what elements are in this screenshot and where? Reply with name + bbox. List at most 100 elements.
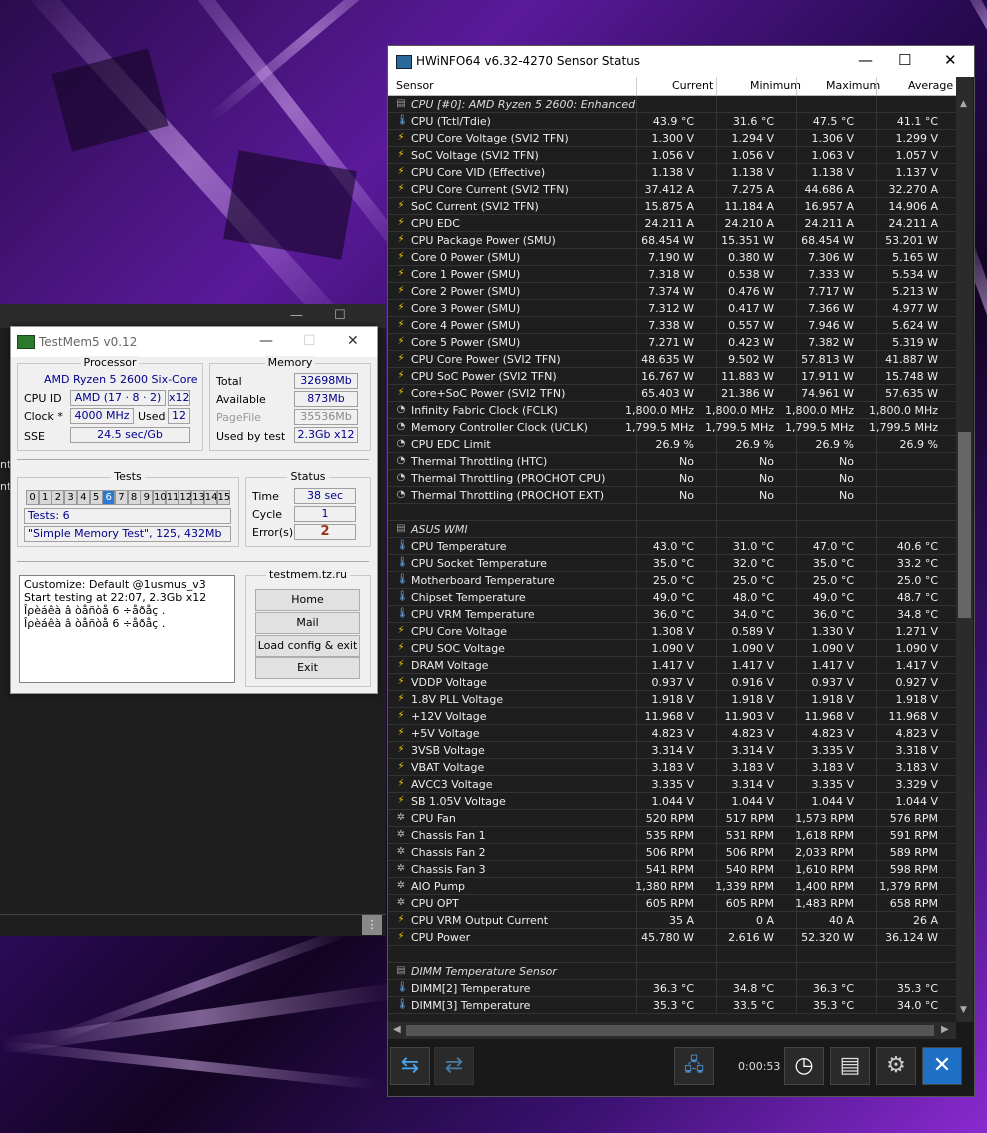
sensor-row[interactable]: ✲ AIO Pump 1,380 RPM 1,339 RPM 1,400 RPM 1,37… [388, 878, 956, 895]
sensor-row[interactable]: ✲ Chassis Fan 2 506 RPM 506 RPM 2,033 RPM 589… [388, 844, 956, 861]
maximize-button[interactable]: ☐ [898, 51, 911, 69]
close-button[interactable]: ✕ [944, 51, 957, 69]
sensor-row[interactable]: ⚡ CPU Power 45.780 W 2.616 W 52.320 W 36.124 … [388, 929, 956, 946]
minimize-button[interactable]: — [858, 51, 873, 69]
sensor-row[interactable]: ⚡ Core 0 Power (SMU) 7.190 W 0.380 W 7.306 W… [388, 249, 956, 266]
sensor-row[interactable]: ⚡ AVCC3 Voltage 3.335 V 3.314 V 3.335 V 3.329… [388, 776, 956, 793]
sensor-row[interactable]: ✲ Chassis Fan 1 535 RPM 531 RPM 1,618 RPM 591… [388, 827, 956, 844]
sensor-row[interactable]: ◔ Thermal Throttling (HTC) No No No [388, 453, 956, 470]
minimum-value: 540 RPM [725, 863, 774, 876]
sensor-row[interactable]: 🌡 DIMM[2] Temperature 36.3 °C 34.8 °C 36.3 °… [388, 980, 956, 997]
sensor-row[interactable]: ⚡ +12V Voltage 11.968 V 11.903 V 11.968 V 11.… [388, 708, 956, 725]
sensor-row[interactable]: ⚡ 1.8V PLL Voltage 1.918 V 1.918 V 1.918 V 1.… [388, 691, 956, 708]
scroll-right-icon[interactable]: ▶ [941, 1024, 949, 1035]
close-sensors-icon[interactable]: ✕ [922, 1047, 962, 1085]
scroll-left-icon[interactable]: ◀ [393, 1024, 401, 1035]
current-value: 48.635 W [641, 353, 694, 366]
sensor-row[interactable]: ⚡ CPU Core Current (SVI2 TFN) 37.412 A 7.27… [388, 181, 956, 198]
network-icon[interactable]: 🖧 [674, 1047, 714, 1085]
mail-button[interactable]: Mail [255, 612, 360, 634]
current-value: 65.403 W [641, 387, 694, 400]
vertical-scrollbar[interactable]: ▲ ▼ [956, 77, 973, 1022]
minimize-button[interactable]: — [259, 333, 273, 349]
sensor-row[interactable]: ⚡ Core 5 Power (SMU) 7.271 W 0.423 W 7.382 W… [388, 334, 956, 351]
more-options-icon[interactable]: ⋮ [362, 915, 382, 935]
sensor-row[interactable]: ⚡ CPU VRM Output Current 35 A 0 A 40 A 26 A [388, 912, 956, 929]
sensor-row[interactable]: ⚡ Core 1 Power (SMU) 7.318 W 0.538 W 7.333 W… [388, 266, 956, 283]
minimize-icon[interactable]: — [290, 308, 303, 323]
column-header-current[interactable]: Current [672, 79, 713, 92]
sensor-row[interactable]: ⚡ CPU Core Voltage 1.308 V 0.589 V 1.330 V 1.… [388, 623, 956, 640]
sensor-row[interactable]: ⚡ SoC Current (SVI2 TFN) 15.875 A 11.184 A 1… [388, 198, 956, 215]
sensor-row[interactable]: ✲ CPU Fan 520 RPM 517 RPM 1,573 RPM 576 RPM [388, 810, 956, 827]
sensor-row[interactable]: ◔ Thermal Throttling (PROCHOT EXT) No No No [388, 487, 956, 504]
sensor-row[interactable]: ◔ Memory Controller Clock (UCLK) 1,799.5 M… [388, 419, 956, 436]
column-header-average[interactable]: Average [908, 79, 953, 92]
expand-columns-icon[interactable]: ⇆ [390, 1047, 430, 1085]
sensor-row[interactable]: ◔ Thermal Throttling (PROCHOT CPU) No No No [388, 470, 956, 487]
site-link[interactable]: testmem.tz.ru [266, 568, 350, 581]
current-value: 1.300 V [651, 132, 694, 145]
sensor-row[interactable]: ⚡ Core 4 Power (SMU) 7.338 W 0.557 W 7.946 W… [388, 317, 956, 334]
clock-reset-icon[interactable]: ◷ [784, 1047, 824, 1085]
sensor-row[interactable]: ⚡ 3VSB Voltage 3.314 V 3.314 V 3.335 V 3.318 … [388, 742, 956, 759]
column-divider [796, 980, 797, 997]
sensor-row[interactable]: ⚡ Core+SoC Power (SVI2 TFN) 65.403 W 21.386… [388, 385, 956, 402]
column-header-maximum[interactable]: Maximum [826, 79, 880, 92]
sensor-row[interactable]: ⚡ CPU SOC Voltage 1.090 V 1.090 V 1.090 V 1.0… [388, 640, 956, 657]
sensor-row[interactable]: ⚡ CPU Core VID (Effective) 1.138 V 1.138 V 1… [388, 164, 956, 181]
sensor-group-row[interactable]: ▤ DIMM Temperature Sensor [388, 963, 956, 980]
maximum-value: 26.9 % [815, 438, 854, 451]
scroll-up-icon[interactable]: ▲ [960, 99, 967, 109]
column-divider [636, 691, 637, 708]
sensor-row[interactable]: ✲ Chassis Fan 3 541 RPM 540 RPM 1,610 RPM 598… [388, 861, 956, 878]
testmem-titlebar[interactable]: TestMem5 v0.12 — ☐ ✕ [11, 327, 377, 357]
column-divider [876, 198, 877, 215]
sensor-row[interactable]: ⚡ SB 1.05V Voltage 1.044 V 1.044 V 1.044 V 1.… [388, 793, 956, 810]
maximize-icon[interactable]: ☐ [334, 308, 346, 323]
collapse-columns-icon[interactable]: ⇄ [434, 1047, 474, 1085]
sensor-row[interactable]: ⚡ SoC Voltage (SVI2 TFN) 1.056 V 1.056 V 1.0… [388, 147, 956, 164]
sensor-row[interactable]: ◔ CPU EDC Limit 26.9 % 26.9 % 26.9 % 26.9 % [388, 436, 956, 453]
sensor-row[interactable]: ✲ CPU OPT 605 RPM 605 RPM 1,483 RPM 658 RPM [388, 895, 956, 912]
maximize-button[interactable]: ☐ [303, 333, 316, 349]
average-value: 0.927 V [895, 676, 938, 689]
horizontal-scrollbar[interactable]: ◀ ▶ [388, 1022, 956, 1039]
column-divider [636, 470, 637, 487]
sensor-row[interactable]: 🌡 CPU Temperature 43.0 °C 31.0 °C 47.0 °C 40.… [388, 538, 956, 555]
sensor-row[interactable]: ⚡ Core 2 Power (SMU) 7.374 W 0.476 W 7.717 W… [388, 283, 956, 300]
sensor-row[interactable]: ⚡ Core 3 Power (SMU) 7.312 W 0.417 W 7.366 W… [388, 300, 956, 317]
log-file-icon[interactable]: ▤ [830, 1047, 870, 1085]
sensor-row[interactable]: 🌡 CPU Socket Temperature 35.0 °C 32.0 °C 35.… [388, 555, 956, 572]
sensor-row[interactable]: 🌡 CPU VRM Temperature 36.0 °C 34.0 °C 36.0 °… [388, 606, 956, 623]
sensor-row[interactable]: ⚡ +5V Voltage 4.823 V 4.823 V 4.823 V 4.823 V [388, 725, 956, 742]
scrollbar-thumb[interactable] [406, 1025, 934, 1036]
sensor-row[interactable]: 🌡 Chipset Temperature 49.0 °C 48.0 °C 49.0 °… [388, 589, 956, 606]
sensor-group-row[interactable]: ▤ ASUS WMI [388, 521, 956, 538]
sensor-group-row[interactable]: ▤ CPU [#0]: AMD Ryzen 5 2600: Enhanced [388, 96, 956, 113]
settings-gear-icon[interactable]: ⚙ [876, 1047, 916, 1085]
sensor-row[interactable]: ⚡ CPU Package Power (SMU) 68.454 W 15.351 W… [388, 232, 956, 249]
sensor-row[interactable]: ⚡ CPU EDC 24.211 A 24.210 A 24.211 A 24.211 A [388, 215, 956, 232]
sensor-row[interactable]: ⚡ DRAM Voltage 1.417 V 1.417 V 1.417 V 1.417 … [388, 657, 956, 674]
sensor-row[interactable]: ⚡ VDDP Voltage 0.937 V 0.916 V 0.937 V 0.927 … [388, 674, 956, 691]
load-config-exit-button[interactable]: Load config & exit [255, 635, 360, 657]
average-value: 5.213 W [892, 285, 938, 298]
sensor-row[interactable]: 🌡 Motherboard Temperature 25.0 °C 25.0 °C 25… [388, 572, 956, 589]
log-textbox[interactable]: Customize: Default @1usmus_v3 Start test… [19, 575, 235, 683]
exit-button[interactable]: Exit [255, 657, 360, 679]
sensor-row[interactable]: ◔ Infinity Fabric Clock (FCLK) 1,800.0 MHz… [388, 402, 956, 419]
sensor-row[interactable]: ⚡ CPU SoC Power (SVI2 TFN) 16.767 W 11.883 … [388, 368, 956, 385]
sensor-row[interactable]: 🌡 DIMM[3] Temperature 35.3 °C 33.5 °C 35.3 °… [388, 997, 956, 1014]
scrollbar-thumb[interactable] [958, 432, 971, 618]
sensor-row[interactable]: ⚡ CPU Core Voltage (SVI2 TFN) 1.300 V 1.294… [388, 130, 956, 147]
close-button[interactable]: ✕ [347, 333, 359, 349]
column-header-sensor[interactable]: Sensor [396, 79, 434, 92]
sensor-row[interactable]: ⚡ VBAT Voltage 3.183 V 3.183 V 3.183 V 3.183 … [388, 759, 956, 776]
column-header-minimum[interactable]: Minimum [750, 79, 801, 92]
hwinfo-titlebar[interactable]: HWiNFO64 v6.32-4270 Sensor Status — ☐ ✕ [388, 46, 974, 77]
sensor-row[interactable]: 🌡 CPU (Tctl/Tdie) 43.9 °C 31.6 °C 47.5 °C 41.… [388, 113, 956, 130]
scroll-down-icon[interactable]: ▼ [960, 1005, 967, 1015]
home-button[interactable]: Home [255, 589, 360, 611]
sensor-row[interactable]: ⚡ CPU Core Power (SVI2 TFN) 48.635 W 9.502 … [388, 351, 956, 368]
